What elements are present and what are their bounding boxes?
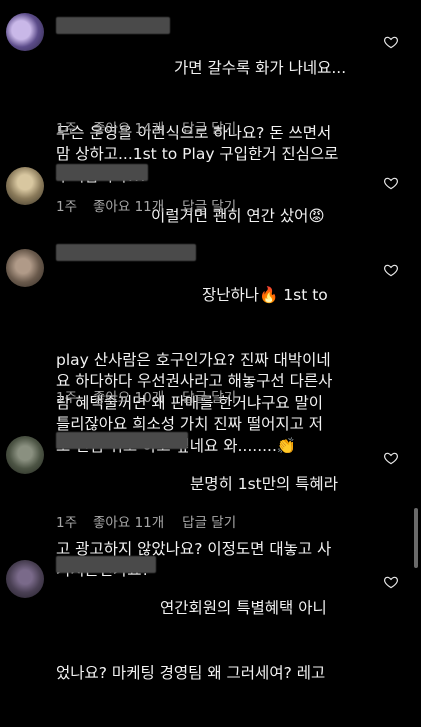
heart-outline-icon[interactable] xyxy=(383,574,399,590)
scrollbar[interactable] xyxy=(414,508,418,568)
like-count[interactable]: 좋아요 11개 xyxy=(93,195,164,215)
like-count[interactable]: 좋아요 10개 xyxy=(93,386,164,406)
comment-meta: 1주 좋아요 11개 답글 달기 xyxy=(56,195,236,215)
comment-time[interactable]: 1주 xyxy=(56,386,77,406)
comment-meta: 1주 좋아요 11개 답글 달기 xyxy=(56,511,236,531)
like-count[interactable]: 좋아요 14개 xyxy=(93,117,164,137)
comment-time[interactable]: 1주 xyxy=(56,195,77,215)
comment-first-line: 장난하나🔥 1st to xyxy=(202,286,328,304)
reply-button[interactable]: 답글 달기 xyxy=(182,511,236,531)
reply-button[interactable]: 답글 달기 xyxy=(182,195,236,215)
avatar[interactable] xyxy=(6,167,44,205)
comment-first-line: 분명히 1st만의 특혜라 xyxy=(190,475,338,493)
avatar[interactable] xyxy=(6,13,44,51)
comment-first-line: 연간회원의 특별혜택 아니 xyxy=(160,599,327,617)
comment-first-line: 가면 갈수록 화가 나네요... xyxy=(174,59,347,77)
heart-outline-icon[interactable] xyxy=(383,175,399,191)
comment-meta: 1주 좋아요 14개 답글 달기 xyxy=(56,117,236,137)
heart-outline-icon[interactable] xyxy=(383,262,399,278)
reply-button[interactable]: 답글 달기 xyxy=(182,386,236,406)
reply-button[interactable]: 답글 달기 xyxy=(182,117,236,137)
avatar[interactable] xyxy=(6,436,44,474)
avatar[interactable] xyxy=(6,560,44,598)
heart-outline-icon[interactable] xyxy=(383,34,399,50)
heart-outline-icon[interactable] xyxy=(383,450,399,466)
comment-text: 연간회원의 특별혜택 아니 었나요? 마케팅 경영팀 왜 그러세여? 레고 xyxy=(56,555,378,727)
comment-time[interactable]: 1주 xyxy=(56,117,77,137)
comment-meta: 1주 좋아요 10개 답글 달기 xyxy=(56,386,236,406)
comment-time[interactable]: 1주 xyxy=(56,511,77,531)
comment-body: 었나요? 마케팅 경영팀 왜 그러세여? 레고 xyxy=(56,663,326,682)
like-count[interactable]: 좋아요 11개 xyxy=(93,511,164,531)
avatar[interactable] xyxy=(6,249,44,287)
